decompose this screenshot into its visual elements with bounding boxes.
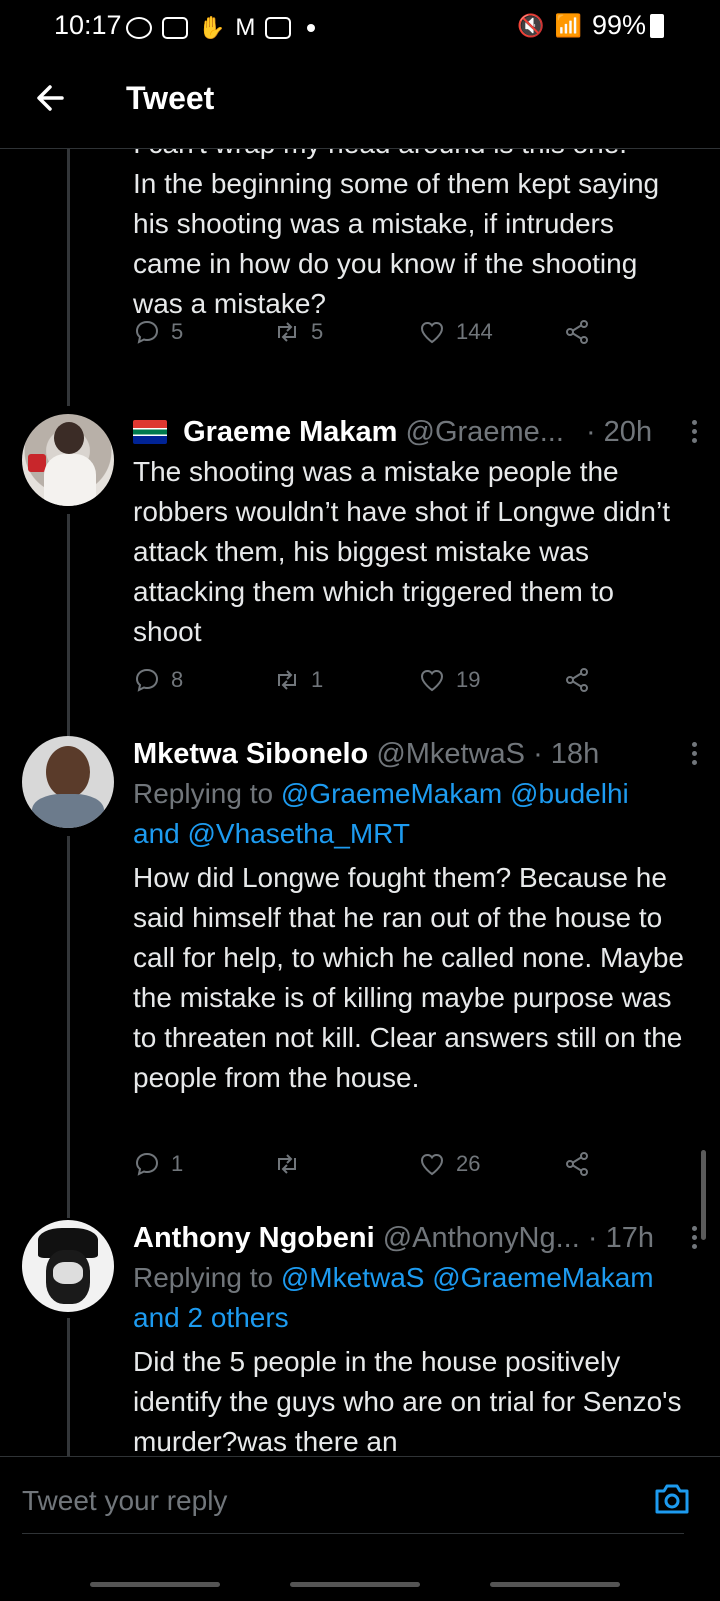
checkbox-icon xyxy=(265,17,292,39)
retweet-icon xyxy=(278,322,296,342)
top-bar: Tweet xyxy=(0,56,720,149)
reply-button[interactable]: 8 xyxy=(133,666,183,694)
youtube-icon xyxy=(162,17,188,39)
nav-bar-segment xyxy=(290,1582,420,1587)
mention-link[interactable]: and xyxy=(133,818,180,849)
handle[interactable]: @Graeme... xyxy=(406,416,564,448)
replying-label: Replying to xyxy=(133,1262,274,1293)
reply-icon xyxy=(135,668,159,692)
like-button[interactable]: 144 xyxy=(418,318,493,346)
camera-icon[interactable] xyxy=(652,1479,692,1519)
like-button[interactable]: 26 xyxy=(418,1150,480,1178)
status-time: 10:17 xyxy=(54,10,122,40)
tweet-actions: 1 26 xyxy=(133,1150,603,1190)
back-arrow-icon[interactable] xyxy=(32,78,72,118)
more-options-icon[interactable] xyxy=(692,1226,698,1253)
thread-line xyxy=(67,514,70,736)
reply-icon xyxy=(135,320,159,344)
heart-icon xyxy=(420,321,444,344)
avatar[interactable] xyxy=(22,414,114,506)
thread-line xyxy=(67,836,70,1218)
retweet-icon xyxy=(278,1154,296,1174)
replying-to: Replying to @GraemeMakam @budelhi and @V… xyxy=(133,774,690,854)
gmail-icon: M xyxy=(235,14,256,41)
share-icon xyxy=(566,320,588,344)
timestamp: · 20h xyxy=(585,416,653,448)
mention-link[interactable]: @MketwaS @GraemeMakam xyxy=(281,1262,654,1293)
tweet-text: How did Longwe fought them? Because he s… xyxy=(133,862,692,1093)
share-button[interactable] xyxy=(563,1150,591,1178)
wifi-icon: 📶 xyxy=(554,12,582,38)
retweet-icon xyxy=(278,670,296,690)
tweet-header: Graeme Makam @Graeme... · 20h xyxy=(133,412,690,452)
reply-count: 5 xyxy=(171,319,184,344)
tweet-actions: 8 1 19 xyxy=(133,666,603,706)
mute-icon: 🔇 xyxy=(517,12,545,38)
like-count: 144 xyxy=(456,319,493,344)
hand-icon: ✋ xyxy=(198,15,226,40)
retweet-button[interactable] xyxy=(273,1150,301,1178)
timestamp: · 17h xyxy=(587,1222,654,1254)
more-options-icon[interactable] xyxy=(692,420,698,447)
replying-to: Replying to @MketwaS @GraemeMakam and 2 … xyxy=(133,1258,690,1338)
reply-button[interactable]: 1 xyxy=(133,1150,183,1178)
avatar[interactable] xyxy=(22,1220,114,1312)
timestamp: · 18h xyxy=(533,738,600,770)
retweet-count: 5 xyxy=(311,319,324,344)
nav-bar-segment xyxy=(490,1582,620,1587)
more-notifications-dot xyxy=(307,24,316,32)
tweet-text: Did the 5 people in the house positively… xyxy=(133,1346,690,1456)
like-count: 19 xyxy=(456,667,481,692)
tweet-header: Anthony Ngobeni @AnthonyNg... · 17h xyxy=(133,1218,690,1258)
retweet-count: 1 xyxy=(311,667,324,692)
heart-icon xyxy=(420,1153,444,1176)
system-icons: 🔇 📶 99% xyxy=(517,10,646,41)
more-options-icon[interactable] xyxy=(692,742,698,769)
handle[interactable]: @AnthonyNg... xyxy=(383,1222,580,1254)
display-name[interactable]: Mketwa Sibonelo xyxy=(133,738,368,770)
whatsapp-icon xyxy=(126,17,152,39)
nav-bar-segment xyxy=(90,1582,220,1587)
thread-line xyxy=(67,148,70,406)
reply-composer: Tweet your reply xyxy=(0,1456,720,1601)
thread-line xyxy=(67,1318,70,1456)
reply-input[interactable]: Tweet your reply xyxy=(22,1485,227,1517)
tweet-text: I can't wrap my head around is this one.… xyxy=(133,148,660,319)
notification-icons: ✋ M xyxy=(126,14,316,42)
page-title: Tweet xyxy=(126,80,215,116)
retweet-button[interactable]: 5 xyxy=(273,318,323,346)
south-africa-flag-icon xyxy=(133,420,167,444)
like-button[interactable]: 19 xyxy=(418,666,480,694)
mention-link[interactable]: @Vhasetha_MRT xyxy=(188,818,410,849)
like-count: 26 xyxy=(456,1151,481,1176)
conversation-feed[interactable]: I can't wrap my head around is this one.… xyxy=(0,148,720,1456)
composer-divider xyxy=(22,1533,684,1534)
replying-label: Replying to xyxy=(133,778,274,809)
tweet-actions: 5 5 144 xyxy=(133,318,603,358)
reply-count: 1 xyxy=(171,1151,184,1176)
display-name[interactable]: Graeme Makam xyxy=(183,416,397,448)
battery-percent: 99% xyxy=(591,10,646,40)
mention-link[interactable]: @GraemeMakam @budelhi xyxy=(281,778,629,809)
share-icon xyxy=(566,1152,588,1176)
share-icon xyxy=(566,668,588,692)
reply-icon xyxy=(135,1152,159,1176)
mention-link[interactable]: and 2 others xyxy=(133,1302,289,1333)
handle[interactable]: @MketwaS xyxy=(376,738,525,770)
reply-button[interactable]: 5 xyxy=(133,318,183,346)
reply-count: 8 xyxy=(171,667,184,692)
share-button[interactable] xyxy=(563,666,591,694)
tweet-text: The shooting was a mistake people the ro… xyxy=(133,456,678,647)
retweet-button[interactable]: 1 xyxy=(273,666,323,694)
tweet-header: Mketwa Sibonelo @MketwaS · 18h xyxy=(133,734,690,774)
scrollbar[interactable] xyxy=(701,1150,706,1240)
avatar[interactable] xyxy=(22,736,114,828)
share-button[interactable] xyxy=(563,318,591,346)
display-name[interactable]: Anthony Ngobeni xyxy=(133,1222,375,1254)
battery-icon xyxy=(650,14,664,38)
heart-icon xyxy=(420,669,444,692)
status-bar: 10:17 ✋ M 🔇 📶 99% xyxy=(0,0,720,52)
